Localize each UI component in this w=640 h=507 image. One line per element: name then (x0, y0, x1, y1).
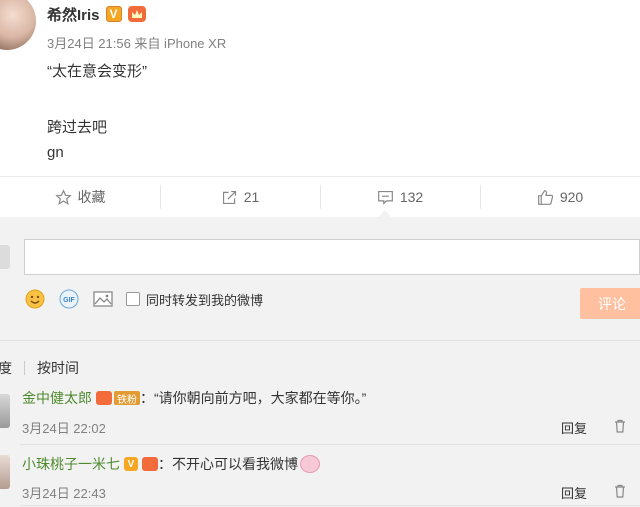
comment-count: 132 (399, 189, 424, 205)
commenter-avatar[interactable] (0, 394, 10, 428)
post-text-line: “太在意会变形” (47, 63, 147, 80)
comment-divider (20, 505, 640, 506)
also-repost-label: 同时转发到我的微博 (146, 292, 264, 308)
commenter-name[interactable]: 小珠桃子一米七 (22, 454, 120, 474)
reply-button[interactable]: 回复 (561, 483, 587, 502)
verified-badge[interactable]: V (124, 457, 138, 471)
crown-badge-icon[interactable] (142, 457, 158, 471)
favorite-button[interactable]: 收藏 (0, 177, 160, 217)
crown-badge-icon[interactable] (127, 6, 146, 22)
post-text-line: gn (47, 144, 64, 161)
repost-count: 21 (243, 189, 260, 205)
sort-divider (0, 340, 640, 341)
sort-by-hot-tab[interactable]: 度 (0, 358, 12, 378)
author-row: 希然Iris V (47, 4, 146, 24)
comment-text: ：“请你朝向前方吧，大家都在等你。” (140, 390, 367, 406)
also-repost-checkbox[interactable] (126, 292, 140, 306)
repost-button[interactable]: 21 (160, 177, 320, 217)
comment-time: 3月24日 22:02 (22, 421, 106, 436)
share-icon (222, 190, 236, 204)
sort-separator (24, 361, 25, 375)
post-text-line: 跨过去吧 (47, 119, 108, 136)
also-repost-option[interactable]: 同时转发到我的微博 (126, 290, 263, 309)
favorite-label: 收藏 (77, 189, 106, 205)
composer-tools: GIF 同时转发到我的微博 (24, 287, 263, 311)
like-count: 920 (559, 189, 584, 205)
comment-time: 3月24日 22:43 (22, 486, 106, 501)
sort-tabs: 度 按时间 (0, 358, 79, 378)
commenter-avatar[interactable] (0, 455, 10, 489)
post-meta: 3月24日 21:56 来自 iPhone XR (47, 36, 227, 51)
gif-icon[interactable]: GIF (58, 288, 80, 310)
submit-comment-button[interactable]: 评论 (580, 288, 640, 319)
action-bar: 收藏 21 132 920 (0, 177, 640, 217)
thumbs-up-icon (537, 189, 553, 205)
comment-icon (377, 190, 393, 205)
trash-icon[interactable] (614, 419, 626, 433)
pig-emoji-icon (300, 455, 320, 473)
comment-text: ：不开心可以看我微博 (158, 456, 298, 472)
sort-by-time-tab[interactable]: 按时间 (37, 358, 79, 378)
image-icon[interactable] (92, 288, 114, 310)
panel-pointer-caret (378, 210, 392, 218)
fan-badge[interactable]: 铁粉 (114, 391, 140, 406)
comment-divider (20, 444, 640, 445)
comment-line: 金中健太郎 铁粉 ：“请你朝向前方吧，大家都在等你。” (22, 388, 366, 408)
reply-button[interactable]: 回复 (561, 418, 587, 437)
gif-label: GIF (63, 297, 75, 304)
comment-line: 小珠桃子一米七 V ：不开心可以看我微博 (22, 454, 320, 474)
author-avatar[interactable] (0, 0, 36, 50)
smiley-icon[interactable] (24, 288, 46, 310)
author-name[interactable]: 希然Iris (47, 4, 100, 25)
crown-badge-icon[interactable] (96, 391, 112, 405)
verified-badge[interactable]: V (105, 6, 122, 22)
comment-button[interactable]: 132 (320, 177, 480, 217)
commenter-name[interactable]: 金中健太郎 (22, 388, 92, 408)
star-icon (54, 188, 72, 205)
trash-icon[interactable] (614, 484, 626, 498)
comment-input[interactable] (24, 239, 640, 275)
like-button[interactable]: 920 (480, 177, 640, 217)
my-avatar (0, 245, 10, 269)
